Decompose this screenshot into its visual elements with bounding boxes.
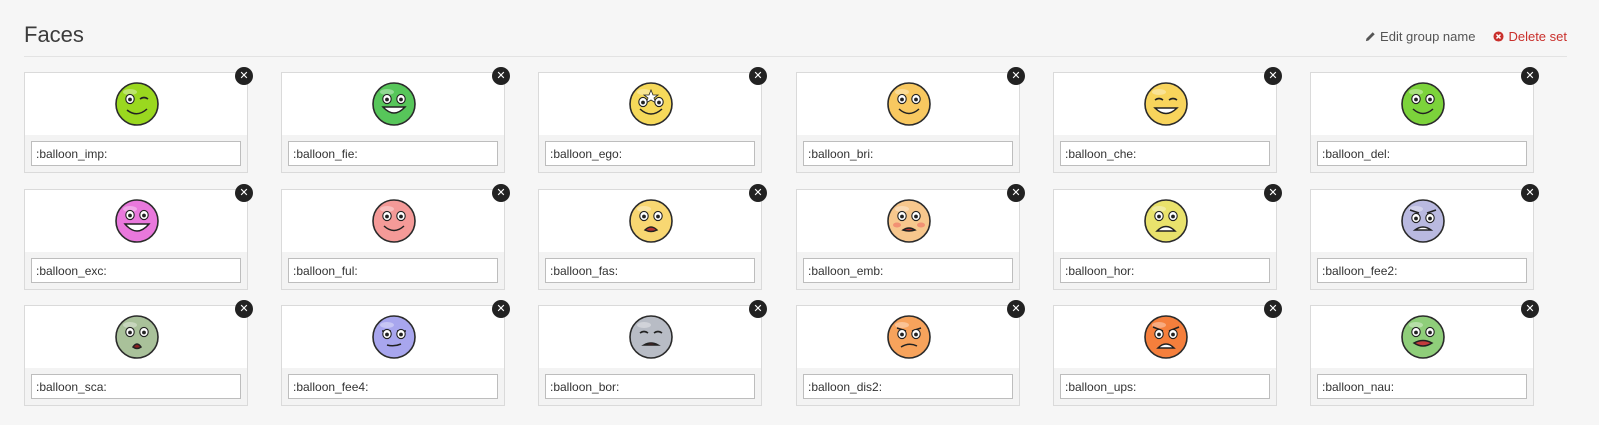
emoticon-card: ✕ — [538, 300, 767, 406]
emoticon-code-input[interactable] — [1317, 258, 1527, 283]
delete-set-label: Delete set — [1508, 29, 1567, 44]
emoticon-card: ✕ — [24, 184, 253, 290]
emoticon-code-input[interactable] — [1060, 258, 1270, 283]
emoticon-face-icon — [371, 314, 417, 360]
emoticon-face-icon — [628, 314, 674, 360]
emoticon-code-input[interactable] — [288, 258, 498, 283]
remove-emoticon-button[interactable]: ✕ — [1521, 67, 1539, 85]
emoticon-code-input[interactable] — [545, 258, 755, 283]
remove-emoticon-button[interactable]: ✕ — [1521, 184, 1539, 202]
emoticon-code-input[interactable] — [1060, 141, 1270, 166]
emoticon-card: ✕ — [538, 184, 767, 290]
emoticon-card: ✕ — [24, 300, 253, 406]
remove-emoticon-button[interactable]: ✕ — [1007, 184, 1025, 202]
remove-emoticon-button[interactable]: ✕ — [235, 300, 253, 318]
emoticon-face-icon — [1400, 198, 1446, 244]
emoticon-card: ✕ — [281, 300, 510, 406]
emoticon-code-input[interactable] — [545, 374, 755, 399]
emoticon-face-icon — [114, 198, 160, 244]
emoticon-face-icon — [1143, 314, 1189, 360]
emoticon-card: ✕ — [538, 67, 767, 173]
remove-emoticon-button[interactable]: ✕ — [1007, 67, 1025, 85]
emoticon-code-input[interactable] — [288, 141, 498, 166]
remove-emoticon-button[interactable]: ✕ — [1264, 184, 1282, 202]
emoticon-face-icon — [371, 81, 417, 127]
emoticon-code-input[interactable] — [803, 374, 1013, 399]
edit-group-name-label: Edit group name — [1380, 29, 1476, 44]
group-header: Faces Edit group name Delete set — [24, 18, 1567, 57]
emoticon-card: ✕ — [796, 184, 1025, 290]
emoticon-face-icon — [1143, 198, 1189, 244]
emoticon-card: ✕ — [796, 300, 1025, 406]
group-actions: Edit group name Delete set — [1365, 29, 1567, 44]
emoticon-code-input[interactable] — [803, 258, 1013, 283]
emoticon-code-input[interactable] — [1317, 374, 1527, 399]
emoticon-code-input[interactable] — [31, 141, 241, 166]
emoticon-code-input[interactable] — [31, 374, 241, 399]
emoticon-face-icon — [371, 198, 417, 244]
emoticon-face-icon — [114, 81, 160, 127]
remove-emoticon-button[interactable]: ✕ — [749, 184, 767, 202]
emoticon-card: ✕ — [1053, 67, 1282, 173]
emoticon-face-icon — [886, 198, 932, 244]
emoticon-card: ✕ — [1310, 184, 1539, 290]
emoticon-face-icon — [886, 81, 932, 127]
remove-emoticon-button[interactable]: ✕ — [492, 67, 510, 85]
emoticon-card: ✕ — [281, 184, 510, 290]
group-title: Faces — [24, 22, 84, 47]
emoticon-face-icon — [114, 314, 160, 360]
emoticon-code-input[interactable] — [545, 141, 755, 166]
remove-emoticon-button[interactable]: ✕ — [492, 300, 510, 318]
emoticon-code-input[interactable] — [1060, 374, 1270, 399]
remove-emoticon-button[interactable]: ✕ — [1007, 300, 1025, 318]
emoticon-face-icon — [628, 198, 674, 244]
emoticon-card: ✕ — [1053, 300, 1282, 406]
emoticon-face-icon — [886, 314, 932, 360]
emoticon-code-input[interactable] — [1317, 141, 1527, 166]
pencil-icon — [1365, 31, 1376, 42]
edit-group-name-link[interactable]: Edit group name — [1365, 29, 1475, 44]
remove-emoticon-button[interactable]: ✕ — [1264, 67, 1282, 85]
delete-set-link[interactable]: Delete set — [1493, 29, 1567, 44]
emoticon-card: ✕ — [24, 67, 253, 173]
remove-emoticon-button[interactable]: ✕ — [1521, 300, 1539, 318]
remove-emoticon-button[interactable]: ✕ — [749, 300, 767, 318]
emoticon-face-icon — [1400, 314, 1446, 360]
emoticon-card: ✕ — [1310, 300, 1539, 406]
emoticon-card: ✕ — [281, 67, 510, 173]
emoticon-card: ✕ — [1053, 184, 1282, 290]
emoticon-code-input[interactable] — [288, 374, 498, 399]
remove-emoticon-button[interactable]: ✕ — [235, 184, 253, 202]
remove-emoticon-button[interactable]: ✕ — [235, 67, 253, 85]
emoticon-code-input[interactable] — [31, 258, 241, 283]
remove-emoticon-button[interactable]: ✕ — [1264, 300, 1282, 318]
emoticon-face-icon — [1400, 81, 1446, 127]
emoticon-face-icon — [628, 81, 674, 127]
emoticon-code-input[interactable] — [803, 141, 1013, 166]
emoticon-card: ✕ — [1310, 67, 1539, 173]
remove-emoticon-button[interactable]: ✕ — [492, 184, 510, 202]
times-circle-icon — [1493, 31, 1504, 42]
emoticon-face-icon — [1143, 81, 1189, 127]
emoticon-card: ✕ — [796, 67, 1025, 173]
remove-emoticon-button[interactable]: ✕ — [749, 67, 767, 85]
